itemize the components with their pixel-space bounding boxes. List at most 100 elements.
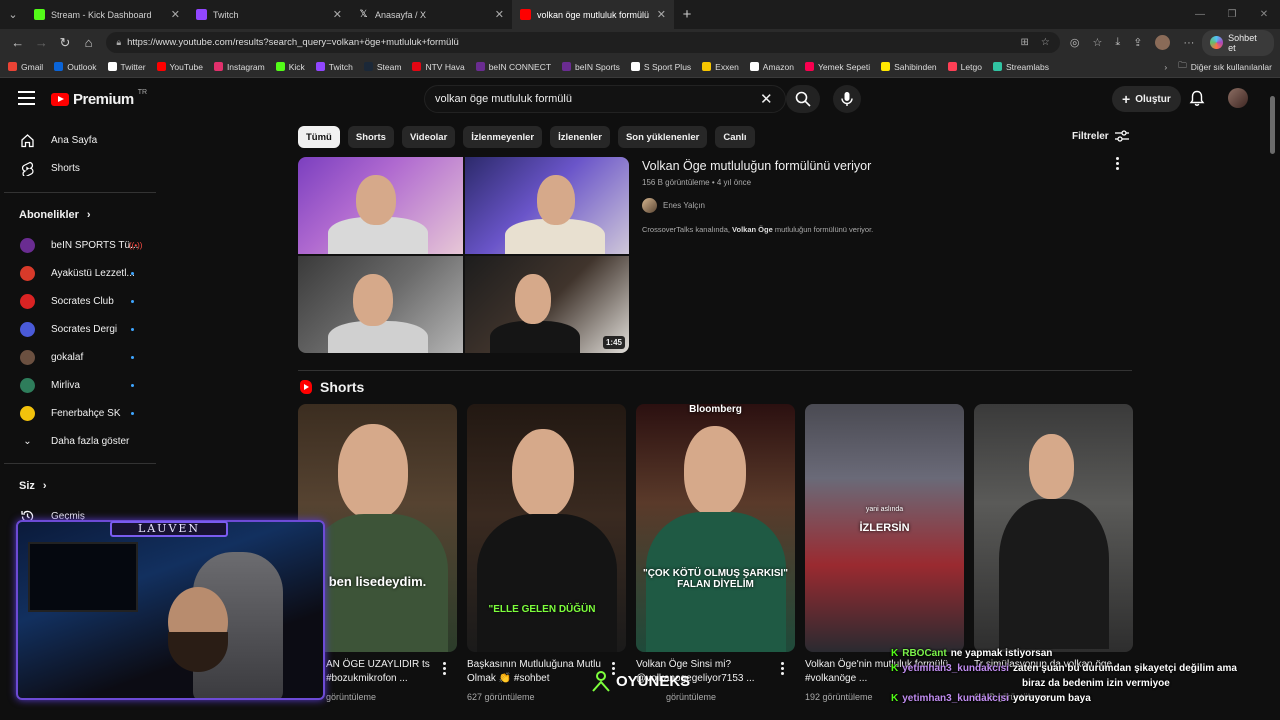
tab-twitch[interactable]: Twitch ✕ <box>188 0 350 29</box>
home-icon[interactable]: ⌂ <box>77 35 101 50</box>
sidebar-item-channel[interactable]: Socrates Dergi <box>0 315 160 343</box>
show-more-button[interactable]: ⌄ Daha fazla göster <box>0 427 160 455</box>
filters-icon <box>1114 130 1129 142</box>
bookmark-item[interactable]: YouTube <box>156 62 203 72</box>
close-tab-icon[interactable]: ✕ <box>171 8 180 21</box>
tab-youtube-search[interactable]: volkan öge mutluluk formülü - Yo ✕ <box>512 0 674 29</box>
profile-avatar[interactable] <box>1155 35 1171 50</box>
chat-message: Kyetimhan3_kundakcisi zaten şuan bu durum… <box>888 661 1280 676</box>
minimize-icon[interactable]: — <box>1184 0 1216 29</box>
short-overlay-text: İZLERSİN <box>859 522 910 534</box>
menu-icon[interactable] <box>18 91 35 105</box>
bookmark-item[interactable]: Sahibinden <box>881 62 937 72</box>
video-title[interactable]: Volkan Öge mutluluğun formülünü veriyor <box>642 159 1122 173</box>
close-tab-icon[interactable]: ✕ <box>495 8 504 21</box>
close-window-icon[interactable]: ✕ <box>1248 0 1280 29</box>
filter-chip[interactable]: İzlenmeyenler <box>463 126 543 148</box>
bookmark-item[interactable]: beIN CONNECT <box>475 62 551 72</box>
channel-avatar <box>20 349 35 365</box>
short-more-icon[interactable] <box>781 662 784 675</box>
account-avatar[interactable] <box>1228 88 1248 108</box>
reload-icon[interactable]: ↻ <box>53 35 77 51</box>
share-icon[interactable]: ⇪ <box>1133 36 1142 49</box>
tab-kick-dashboard[interactable]: Stream - Kick Dashboard ✕ <box>26 0 188 29</box>
bookmark-item[interactable]: Instagram <box>213 62 265 72</box>
bookmark-item[interactable]: Gmail <box>8 62 43 72</box>
voice-search-button[interactable] <box>833 85 861 113</box>
short-thumbnail[interactable] <box>974 404 1133 652</box>
close-tab-icon[interactable]: ✕ <box>657 8 666 21</box>
clear-search-icon[interactable]: ✕ <box>760 90 773 108</box>
sidebar-item-shorts[interactable]: Shorts <box>0 154 160 182</box>
sidebar-item-channel[interactable]: beIN SPORTS Tü... ((•)) <box>0 231 160 259</box>
download-icon[interactable]: ⤓ <box>1115 36 1120 49</box>
favorites-icon[interactable]: ☆ <box>1092 36 1102 49</box>
sidebar-item-channel[interactable]: Ayaküstü Lezzetl... <box>0 259 160 287</box>
video-meta: 156 B görüntüleme • 4 yıl önce <box>642 178 752 187</box>
bookmark-item[interactable]: beIN Sports <box>562 62 620 72</box>
filters-button[interactable]: Filtreler <box>1072 130 1129 142</box>
channel-avatar[interactable] <box>642 198 657 213</box>
bookmarks-overflow-icon[interactable]: › <box>1164 62 1167 72</box>
search-button[interactable] <box>786 85 820 113</box>
tab-list-button[interactable]: ⌄ <box>0 0 26 29</box>
page-scrollbar[interactable] <box>1270 96 1275 154</box>
bookmark-item[interactable]: S Sport Plus <box>630 62 691 72</box>
sidebar-item-channel[interactable]: Socrates Club <box>0 287 160 315</box>
short-title[interactable]: AN ÖGE UZAYLIDIR ts #bozukmikrofon ... <box>326 658 476 686</box>
channel-avatar <box>20 321 35 337</box>
sidebar-item-channel[interactable]: Fenerbahçe SK <box>0 399 160 427</box>
notifications-bell-icon[interactable] <box>1189 90 1205 107</box>
close-tab-icon[interactable]: ✕ <box>333 8 342 21</box>
forward-icon[interactable]: → <box>30 35 54 50</box>
back-icon[interactable]: ← <box>6 35 30 50</box>
more-icon[interactable]: ··· <box>1183 37 1194 49</box>
video-description: CrossoverTalks kanalında, Volkan Öge mut… <box>642 225 874 234</box>
create-button[interactable]: + Oluştur <box>1112 86 1181 112</box>
tab-x[interactable]: 𝕏 Anasayfa / X ✕ <box>350 0 512 29</box>
bookmark-item[interactable]: Twitch <box>315 62 353 72</box>
app-available-icon[interactable]: ⊞ <box>1020 37 1028 48</box>
copilot-chat-button[interactable]: Sohbet et <box>1202 29 1274 56</box>
extension-icon[interactable]: ◎ <box>1070 36 1080 49</box>
filter-chip[interactable]: Shorts <box>347 126 394 148</box>
bookmark-icon <box>804 62 814 71</box>
filter-chip[interactable]: Videolar <box>401 126 456 148</box>
url-field[interactable]: 🔒︎ https://www.youtube.com/results?searc… <box>106 32 1060 53</box>
filter-chip[interactable]: Canlı <box>715 126 755 148</box>
filter-chip[interactable]: Son yüklenenler <box>617 126 708 148</box>
favorite-star-icon[interactable]: ☆ <box>1041 37 1050 48</box>
bookmark-item[interactable]: Streamlabs <box>992 62 1049 72</box>
bookmark-item[interactable]: Amazon <box>749 62 794 72</box>
sidebar-item-channel[interactable]: gokalaf <box>0 343 160 371</box>
bookmark-item[interactable]: Outlook <box>54 62 97 72</box>
bookmark-item[interactable]: Steam <box>363 62 401 72</box>
filter-chip[interactable]: İzlenenler <box>550 126 610 148</box>
sidebar-item-home[interactable]: Ana Sayfa <box>0 126 160 154</box>
subscriptions-header[interactable]: Abonelikler › <box>0 199 160 231</box>
short-thumbnail[interactable]: "ELLE GELEN DÜĞÜN <box>467 404 626 652</box>
bookmark-item[interactable]: Letgo <box>947 62 982 72</box>
chat-message: biraz da bedenim izin vermiyoe <box>888 676 1280 691</box>
search-input[interactable]: volkan öge mutluluk formülü <box>424 85 786 113</box>
lock-icon[interactable]: 🔒︎ <box>116 37 121 48</box>
bookmark-item[interactable]: Twitter <box>107 62 146 72</box>
short-thumbnail[interactable]: yani aslında İZLERSİN <box>805 404 964 652</box>
short-thumbnail[interactable]: Bloomberg "ÇOK KÖTÜ OLMUŞ ŞARKISI" FALAN… <box>636 404 795 652</box>
video-channel[interactable]: Enes Yalçın <box>642 198 1122 213</box>
video-more-actions-icon[interactable] <box>1116 157 1119 170</box>
sidebar-item-channel[interactable]: Mirliva <box>0 371 160 399</box>
search-value: volkan öge mutluluk formülü <box>435 93 572 105</box>
other-bookmarks-folder[interactable]: 🗀 Diğer sık kullanılanlar <box>1178 60 1272 74</box>
video-thumbnail[interactable]: 1:45 <box>298 157 629 353</box>
bookmark-item[interactable]: Yemek Sepeti <box>804 62 870 72</box>
you-header[interactable]: Siz › <box>0 470 160 502</box>
bookmark-item[interactable]: Exxen <box>702 62 739 72</box>
short-more-icon[interactable] <box>443 662 446 675</box>
new-tab-button[interactable]: + <box>674 6 700 23</box>
maximize-icon[interactable]: ❐ <box>1216 0 1248 29</box>
youtube-premium-logo[interactable]: Premium TR <box>51 89 147 108</box>
bookmark-item[interactable]: Kick <box>275 62 305 72</box>
bookmark-item[interactable]: NTV Hava <box>412 62 465 72</box>
filter-chip[interactable]: Tümü <box>298 126 340 148</box>
